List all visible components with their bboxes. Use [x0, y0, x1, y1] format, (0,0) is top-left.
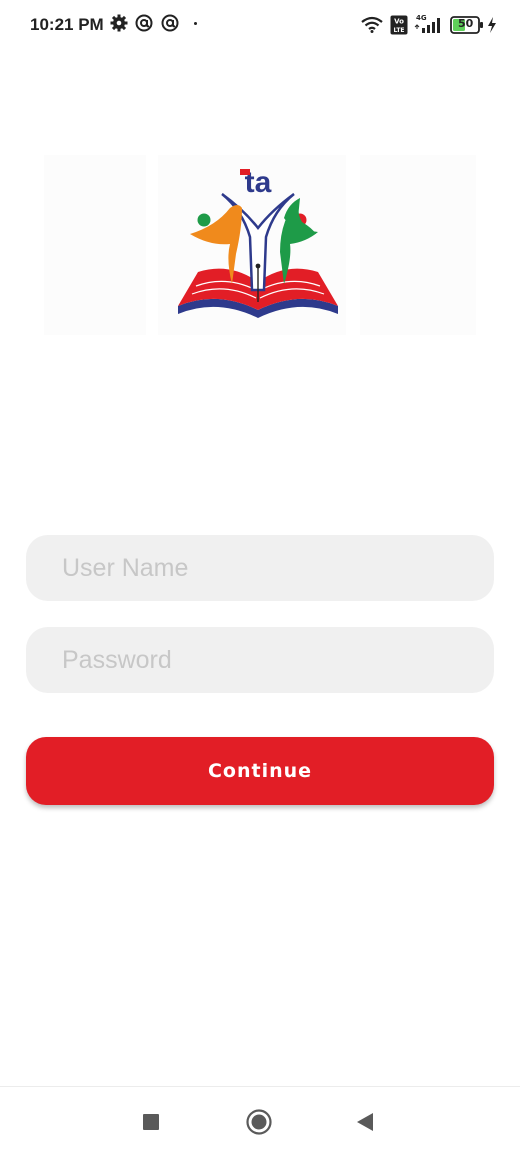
status-time: 10:21 PM	[30, 15, 104, 34]
at-sign-icon-2	[161, 14, 179, 32]
settings-icon	[110, 14, 128, 32]
triangle-back-icon	[357, 1113, 373, 1131]
svg-text:Vo: Vo	[394, 18, 404, 26]
username-input[interactable]	[26, 535, 494, 601]
svg-text:LTE: LTE	[393, 27, 404, 34]
dot-icon	[194, 22, 197, 25]
volte-icon: Vo LTE	[390, 15, 408, 35]
password-input[interactable]	[26, 627, 494, 693]
wifi-icon	[361, 16, 383, 33]
continue-button[interactable]: Continue	[26, 737, 494, 805]
logo-panel-left	[44, 155, 146, 335]
app-logo: ta	[172, 162, 344, 322]
signal-icon	[414, 18, 440, 33]
education-logo-icon: ta	[178, 166, 338, 318]
back-button[interactable]	[355, 1112, 375, 1132]
logo-panel-right	[360, 155, 476, 335]
square-icon	[143, 1114, 159, 1130]
battery-level: 50	[458, 17, 474, 30]
recents-button[interactable]	[142, 1113, 160, 1131]
at-sign-icon	[135, 14, 153, 32]
status-bar: 10:21 PM Vo LTE 4G 50	[0, 0, 520, 50]
home-button[interactable]	[246, 1109, 272, 1135]
charging-icon	[488, 17, 496, 33]
navigation-bar	[0, 1086, 520, 1157]
